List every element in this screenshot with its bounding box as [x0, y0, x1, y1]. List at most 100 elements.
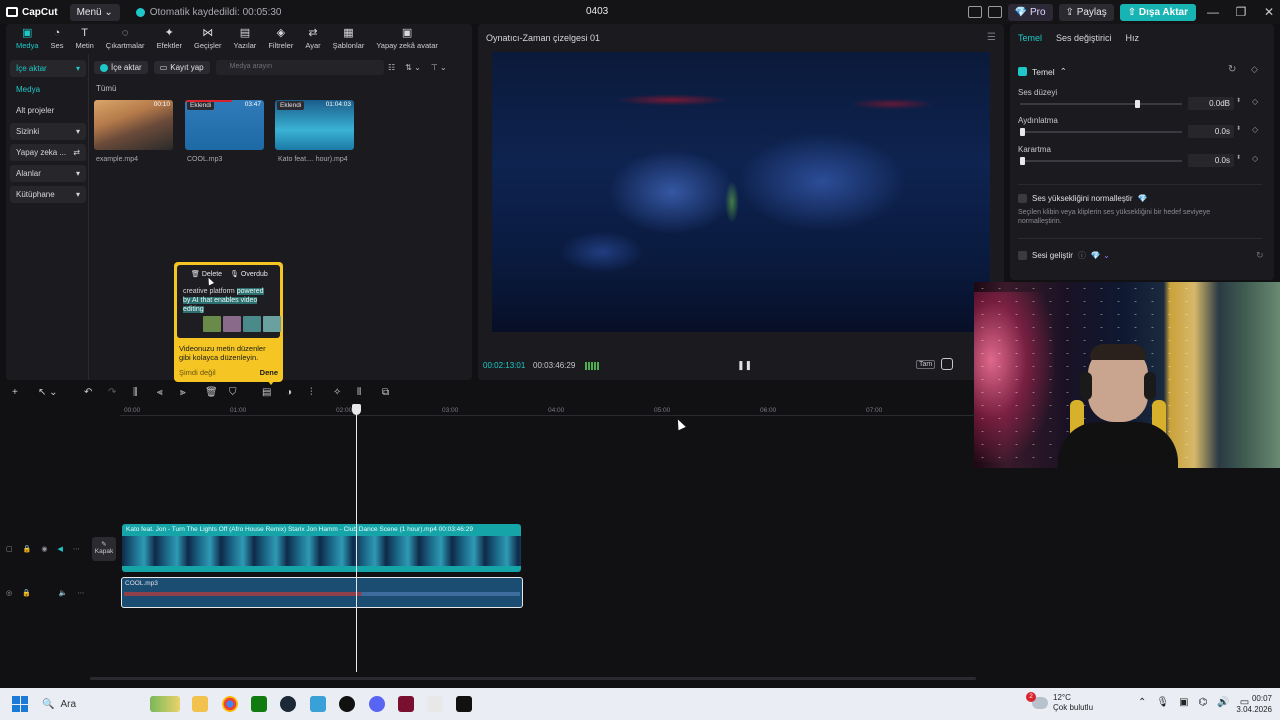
- media-item[interactable]: Eklendi 03:47: [185, 100, 264, 150]
- tab-6[interactable]: ▤ Yazılar: [228, 24, 263, 52]
- sidebar-item-3[interactable]: Sizinki ▾: [10, 123, 86, 140]
- tab-basic[interactable]: Temel: [1018, 33, 1042, 43]
- system-clock[interactable]: 00:07 3.04.2026: [1228, 693, 1272, 715]
- sidebar-item-0[interactable]: İçe aktar ▾: [10, 60, 86, 77]
- tab-10[interactable]: ▣ Yapay zekâ avatar: [370, 24, 444, 52]
- sidebar-item-2[interactable]: Alt projeler: [10, 102, 86, 119]
- text-edit-icon[interactable]: ▤: [262, 387, 271, 398]
- basic-section-header[interactable]: Temel ⌃: [1018, 66, 1067, 77]
- app-icon[interactable]: [427, 696, 443, 712]
- more-icon[interactable]: ⋯: [78, 589, 85, 597]
- audio-link-icon[interactable]: ◀: [57, 545, 62, 553]
- delete-action[interactable]: 🗑 Delete: [191, 270, 222, 278]
- steam-icon[interactable]: [280, 696, 296, 712]
- normalize-checkbox[interactable]: [1018, 194, 1027, 203]
- maximize-button[interactable]: ❐: [1230, 5, 1252, 19]
- menu-button[interactable]: Menü ⌄: [69, 3, 120, 21]
- pause-icon[interactable]: ❚❚: [737, 360, 752, 371]
- sidebar-item-6[interactable]: Kütüphane ▾: [10, 186, 86, 203]
- slider-knob[interactable]: [1135, 100, 1140, 108]
- record-button[interactable]: ▭ Kayıt yap: [153, 61, 210, 74]
- media-search-input[interactable]: Medya arayın: [215, 60, 384, 75]
- fullscreen-icon[interactable]: [941, 358, 953, 370]
- tab-1[interactable]: ◔ Ses: [45, 24, 70, 52]
- tab-speed[interactable]: Hız: [1126, 33, 1140, 43]
- eye-icon[interactable]: ◉: [41, 545, 47, 553]
- adjust-icon[interactable]: ⫶: [310, 387, 313, 398]
- file-explorer-icon[interactable]: [192, 696, 208, 712]
- lock-icon[interactable]: 🔒: [23, 545, 32, 553]
- normalize-row[interactable]: Ses yüksekliğini normalleştir 💎: [1018, 194, 1147, 203]
- capcut-taskbar-icon[interactable]: [456, 696, 472, 712]
- stepper-icon[interactable]: ⬍: [1236, 97, 1241, 104]
- chevron-up-icon[interactable]: ⌃: [1138, 697, 1146, 708]
- discord-icon[interactable]: [369, 696, 385, 712]
- track-visibility-icon[interactable]: ▢: [6, 545, 13, 553]
- reset-icon[interactable]: ↻: [1256, 250, 1264, 261]
- media-item[interactable]: Eklendi 01:04:03: [275, 100, 354, 150]
- tab-4[interactable]: ✦ Efektler: [151, 24, 188, 52]
- property-slider[interactable]: [1020, 128, 1182, 136]
- audio-track-icon[interactable]: ◎: [6, 589, 12, 597]
- tray-app-icon[interactable]: ▣: [1179, 697, 1188, 708]
- minimize-button[interactable]: —: [1202, 5, 1224, 19]
- redo-icon[interactable]: ↷: [108, 387, 116, 398]
- ratio-button[interactable]: Tam: [916, 360, 936, 369]
- microphone-icon[interactable]: 🎙: [1156, 697, 1169, 708]
- tab-8[interactable]: ⇄ Ayar: [299, 24, 326, 52]
- slider-knob[interactable]: [1020, 128, 1025, 136]
- tab-7[interactable]: ◈ Filtreler: [262, 24, 299, 52]
- video-clip[interactable]: Kato feat. Jon - Turn The Lights Off (Af…: [122, 524, 521, 572]
- audio-split-icon[interactable]: ⫴: [357, 387, 361, 398]
- keyframe-icon[interactable]: ◇: [1252, 154, 1258, 163]
- import-button[interactable]: İçe aktar: [94, 61, 148, 74]
- audio-clip[interactable]: COOL.mp3: [121, 577, 523, 608]
- pro-button[interactable]: 💎 Pro: [1007, 3, 1053, 21]
- crop-icon[interactable]: ⧉: [382, 387, 389, 398]
- lock-icon[interactable]: 🔒: [22, 589, 31, 597]
- chrome-icon[interactable]: [222, 696, 238, 712]
- more-icon[interactable]: ⋯: [73, 545, 80, 553]
- timeline-scrollbar[interactable]: [90, 677, 976, 680]
- reset-icon[interactable]: ↻: [1228, 64, 1236, 75]
- enhance-checkbox[interactable]: [1018, 251, 1027, 260]
- basic-checkbox[interactable]: [1018, 67, 1027, 76]
- grid-view-icon[interactable]: ☷: [388, 63, 395, 72]
- select-tool-icon[interactable]: ↖ ⌄: [38, 387, 58, 398]
- settings-app-icon[interactable]: [310, 696, 326, 712]
- sidebar-item-4[interactable]: Yapay zeka ... ⇄: [10, 144, 86, 161]
- filter-icon[interactable]: ⊤ ⌄: [431, 63, 447, 72]
- property-slider[interactable]: [1020, 100, 1182, 108]
- close-button[interactable]: ✕: [1258, 5, 1280, 19]
- volume-icon[interactable]: 🔈: [59, 589, 68, 597]
- windows-start-icon[interactable]: [12, 696, 28, 712]
- xbox-icon[interactable]: [251, 696, 267, 712]
- weather-widget[interactable]: 2 12°C Çok bulutlu: [1026, 692, 1093, 713]
- playhead[interactable]: [356, 406, 357, 672]
- cover-button[interactable]: ✎ Kapak: [92, 537, 116, 561]
- tab-2[interactable]: T Metin: [69, 24, 99, 52]
- add-icon[interactable]: +: [12, 387, 18, 398]
- delete-icon[interactable]: 🗑: [205, 387, 218, 398]
- tab-9[interactable]: ▦ Şablonlar: [327, 24, 371, 52]
- layout-icon[interactable]: [967, 6, 982, 18]
- property-value-input[interactable]: 0.0s: [1188, 125, 1234, 138]
- mask-icon[interactable]: ◑: [286, 387, 292, 398]
- keyframe-icon[interactable]: ◇: [1252, 97, 1258, 106]
- player-menu-icon[interactable]: ☰: [987, 32, 996, 43]
- sort-icon[interactable]: ⇅ ⌄: [405, 63, 421, 72]
- shortcuts-icon[interactable]: [987, 6, 1002, 18]
- try-button[interactable]: Dene: [260, 368, 278, 377]
- stepper-icon[interactable]: ⬍: [1236, 125, 1241, 132]
- widgets-icon[interactable]: [150, 696, 180, 712]
- stepper-icon[interactable]: ⬍: [1236, 154, 1241, 161]
- property-value-input[interactable]: 0.0s: [1188, 154, 1234, 167]
- not-now-button[interactable]: Şimdi değil: [179, 368, 216, 377]
- split-icon[interactable]: ⫼: [133, 387, 138, 398]
- property-value-input[interactable]: 0.0dB: [1188, 97, 1234, 110]
- split-left-icon[interactable]: ⫷: [157, 387, 163, 398]
- overdub-action[interactable]: 🎙 Overdub: [230, 270, 268, 278]
- tab-5[interactable]: ⋈ Geçişler: [188, 24, 228, 52]
- enhance-row[interactable]: Sesi geliştir ⓘ 💎 ⌄: [1018, 250, 1110, 261]
- slider-knob[interactable]: [1020, 157, 1025, 165]
